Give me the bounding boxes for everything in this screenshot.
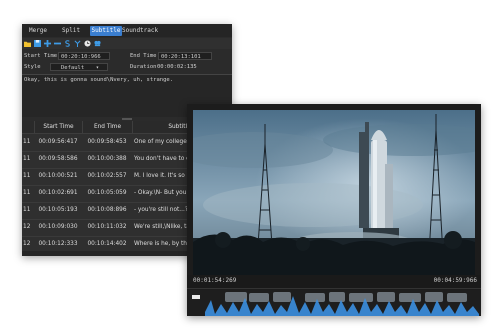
cell-idx: 12: [23, 224, 31, 230]
tab-bar: Merge Split Subtitle Soundtrack: [22, 24, 232, 37]
column-end-time[interactable]: End Time: [82, 121, 132, 133]
style-label: Style: [24, 64, 41, 70]
clock-icon[interactable]: [84, 40, 91, 47]
cell-start: 00:09:58:586: [38, 156, 78, 162]
chevron-down-icon: ▾: [95, 65, 99, 71]
open-folder-icon[interactable]: [24, 40, 31, 47]
start-time-field[interactable]: 00:20:10:966: [58, 52, 110, 60]
video-player-window: 00:01:54:269 00:04:59:966: [187, 104, 481, 316]
cell-idx: 11: [23, 207, 31, 213]
cell-start: 00:09:56:417: [38, 139, 78, 145]
cell-start: 00:10:00:521: [38, 173, 78, 179]
subtitle-text: Okay, this is gonna sound\Nvery, uh, str…: [24, 77, 174, 83]
style-select[interactable]: Default ▾: [50, 63, 108, 71]
waveform: [205, 292, 479, 316]
cell-idx: 11: [23, 139, 31, 145]
remove-icon[interactable]: [54, 40, 61, 47]
add-icon[interactable]: [44, 40, 51, 47]
cell-end: 00:09:58:453: [87, 139, 127, 145]
video-frame[interactable]: [193, 110, 475, 275]
track-badge: [192, 295, 200, 299]
end-time-field[interactable]: 00:20:13:101: [158, 52, 212, 60]
split-s-icon[interactable]: [64, 40, 71, 47]
end-time-label: End Time: [130, 53, 157, 59]
current-time: 00:01:54:269: [193, 277, 237, 284]
start-time-label: Start Time: [24, 53, 58, 59]
cell-start: 00:10:05:193: [38, 207, 78, 213]
style-value: Default: [61, 65, 85, 71]
tab-merge[interactable]: Merge: [28, 26, 48, 36]
cell-start: 00:10:09:030: [38, 224, 78, 230]
tab-subtitle[interactable]: Subtitle: [90, 26, 122, 36]
cell-idx: 11: [23, 156, 31, 162]
tab-split[interactable]: Split: [62, 26, 80, 36]
duration-value: 00:00:02:135: [157, 64, 197, 70]
timeline-rule: [187, 288, 481, 289]
save-icon[interactable]: [34, 40, 41, 47]
cell-end: 00:10:05:059: [87, 190, 127, 196]
cell-end: 00:10:14:402: [87, 241, 127, 247]
cell-idx: 11: [23, 173, 31, 179]
cell-end: 00:10:00:388: [87, 156, 127, 162]
cell-end: 00:10:11:032: [87, 224, 127, 230]
cell-idx: 12: [23, 241, 31, 247]
end-time-value: 00:20:13:101: [161, 54, 201, 60]
cell-end: 00:10:08:896: [87, 207, 127, 213]
start-time-value: 00:20:10:966: [61, 54, 101, 60]
timeline-bar[interactable]: 00:01:54:269 00:04:59:966: [187, 275, 481, 289]
splitter-handle[interactable]: [122, 118, 132, 120]
cell-idx: 11: [23, 190, 31, 196]
waveform-track[interactable]: [187, 290, 481, 316]
rocket-launch-scene: [193, 110, 475, 275]
subtitle-toolbar: [22, 38, 232, 49]
cell-start: 00:10:12:333: [38, 241, 78, 247]
total-time: 00:04:59:966: [433, 277, 477, 284]
column-start-time[interactable]: Start Time: [34, 121, 82, 133]
index-column-header: [22, 121, 34, 133]
search-subtitle-icon[interactable]: [94, 40, 101, 47]
cell-start: 00:10:02:691: [38, 190, 78, 196]
tab-soundtrack[interactable]: Soundtrack: [122, 26, 158, 36]
arrows-icon[interactable]: [74, 40, 81, 47]
duration-label: Duration: [130, 64, 157, 70]
cell-end: 00:10:02:557: [87, 173, 127, 179]
